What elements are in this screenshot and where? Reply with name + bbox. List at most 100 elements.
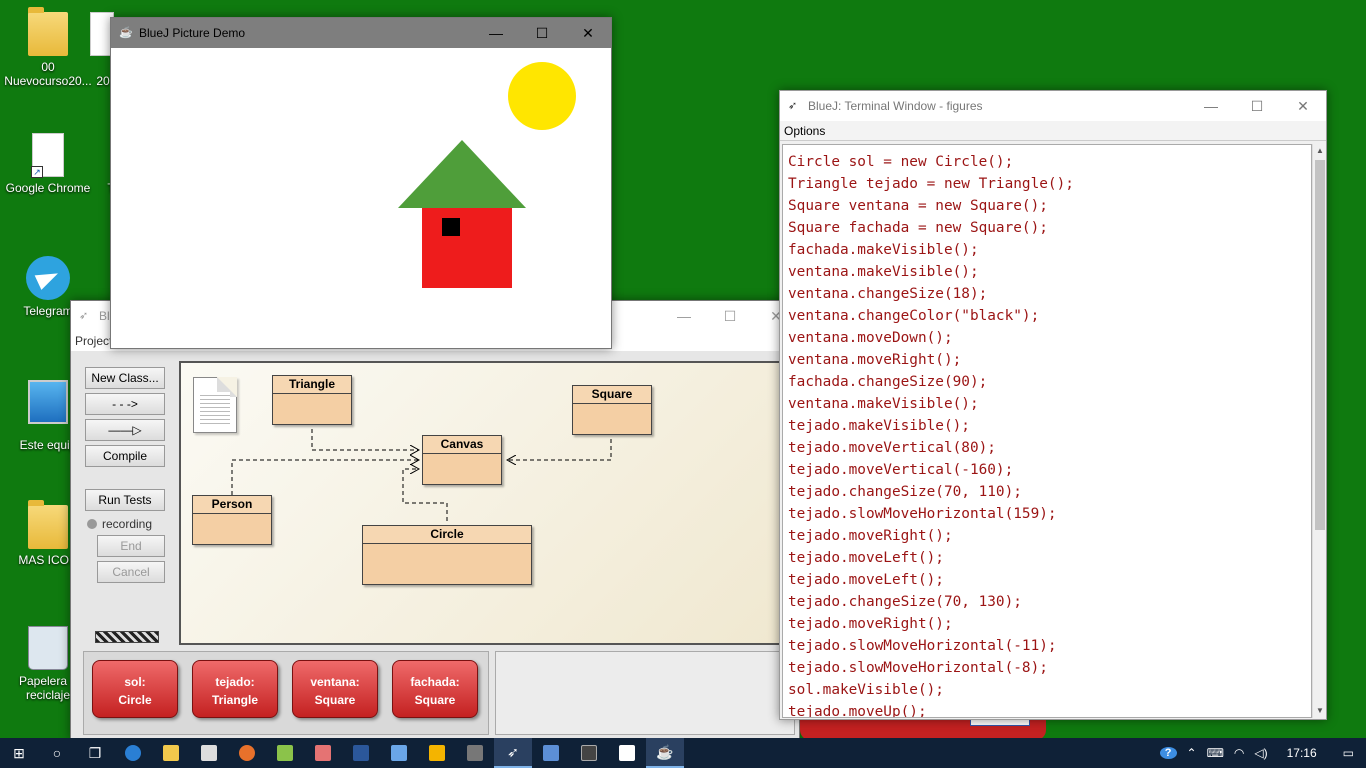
minimize-button[interactable]: —	[1188, 91, 1234, 121]
help-icon[interactable]: ?	[1155, 745, 1182, 761]
terminal-line: tejado.changeSize(70, 130);	[788, 594, 1022, 610]
desktop-icon-folder-00[interactable]: 00 Nuevocurso20...	[0, 7, 96, 88]
terminal-line: tejado.slowMoveHorizontal(-11);	[788, 638, 1057, 654]
terminal-line: Triangle tejado = new Triangle();	[788, 176, 1074, 192]
terminal-line: tejado.moveLeft();	[788, 572, 944, 588]
app-icon[interactable]	[570, 738, 608, 768]
folder-icon	[28, 500, 68, 549]
clock[interactable]: 17:16	[1273, 746, 1331, 760]
bluej-taskbar-icon[interactable]: ➶	[494, 738, 532, 768]
terminal-window: ➶ BlueJ: Terminal Window - figures — ☐ ✕…	[779, 90, 1327, 720]
class-triangle[interactable]: Triangle	[272, 375, 352, 425]
volume-icon[interactable]: ◁)	[1249, 746, 1272, 760]
maximize-button[interactable]: ☐	[519, 18, 565, 48]
document-icon: ↗	[31, 133, 64, 178]
desktop-icon-label: Google Chrome	[5, 181, 91, 195]
object-type: Square	[414, 693, 456, 707]
terminal-line: ventana.changeColor("black");	[788, 308, 1040, 324]
input-method-icon[interactable]: ⌨	[1202, 746, 1229, 760]
vm-activity-indicator	[95, 631, 159, 643]
object-name: sol:	[124, 675, 146, 689]
drawing-canvas	[111, 48, 611, 348]
chevron-up-icon[interactable]: ⌃	[1182, 746, 1202, 760]
terminal-line: ventana.moveDown();	[788, 330, 953, 346]
recording-indicator: recording	[87, 517, 169, 531]
terminal-line: tejado.moveLeft();	[788, 550, 944, 566]
class-square[interactable]: Square	[572, 385, 652, 435]
search-button[interactable]: ○	[38, 738, 76, 768]
wall-square	[422, 208, 512, 288]
menu-bar: Options	[780, 121, 1326, 141]
scroll-thumb[interactable]	[1315, 160, 1325, 530]
scroll-up-icon[interactable]: ▲	[1313, 144, 1326, 158]
object-ventana[interactable]: ventana: Square	[292, 660, 378, 718]
compile-button[interactable]: Compile	[85, 445, 165, 467]
window-square	[442, 218, 460, 236]
terminal-line: Square ventana = new Square();	[788, 198, 1048, 214]
word-icon[interactable]	[342, 738, 380, 768]
roof-triangle	[398, 140, 526, 208]
start-button[interactable]: ⊞	[0, 738, 38, 768]
class-name: Triangle	[273, 376, 351, 394]
bluej-main-window: ➶ Bl — ☐ ✕ Project New Class... - - -> —…	[70, 300, 800, 740]
edge-icon[interactable]	[114, 738, 152, 768]
class-person[interactable]: Person	[192, 495, 272, 545]
window-title: BlueJ Picture Demo	[139, 26, 246, 40]
app-icon[interactable]	[418, 738, 456, 768]
close-button[interactable]: ✕	[565, 18, 611, 48]
minimize-button[interactable]: —	[661, 301, 707, 331]
end-button[interactable]: End	[97, 535, 165, 557]
readme-document-icon[interactable]	[193, 377, 237, 433]
java-taskbar-icon[interactable]: ☕	[646, 738, 684, 768]
desktop-icon-google-chrome[interactable]: ↗ Google Chrome	[0, 133, 96, 195]
close-button[interactable]: ✕	[1280, 91, 1326, 121]
terminal-output[interactable]: Circle sol = new Circle(); Triangle tejad…	[782, 144, 1312, 718]
object-name: tejado:	[215, 675, 255, 689]
notepad-icon[interactable]	[608, 738, 646, 768]
class-name: Circle	[363, 526, 531, 544]
menu-options[interactable]: Options	[784, 124, 825, 138]
run-tests-button[interactable]: Run Tests	[85, 489, 165, 511]
house-drawing	[398, 62, 576, 288]
minimize-button[interactable]: —	[473, 18, 519, 48]
dashed-arrow-button[interactable]: - - ->	[85, 393, 165, 415]
terminal-line: tejado.moveRight();	[788, 528, 953, 544]
scroll-down-icon[interactable]: ▼	[1313, 704, 1326, 718]
maximize-button[interactable]: ☐	[1234, 91, 1280, 121]
network-icon[interactable]: ◠	[1229, 746, 1249, 760]
taskbar: ⊞ ○ ❐ ➶ ☕ ? ⌃ ⌨ ◠ ◁) 17:16 ▭	[0, 738, 1366, 768]
object-fachada[interactable]: fachada: Square	[392, 660, 478, 718]
object-tejado[interactable]: tejado: Triangle	[192, 660, 278, 718]
firefox-icon[interactable]	[228, 738, 266, 768]
store-icon[interactable]	[190, 738, 228, 768]
menu-project[interactable]: Project	[75, 334, 112, 348]
folder-icon	[28, 7, 68, 56]
terminal-line: ventana.makeVisible();	[788, 396, 979, 412]
app-icon[interactable]	[380, 738, 418, 768]
class-name: Canvas	[423, 436, 501, 454]
task-view-button[interactable]: ❐	[76, 738, 114, 768]
terminal-line: ventana.moveRight();	[788, 352, 962, 368]
object-bench: sol: Circle tejado: Triangle ventana: Sq…	[83, 651, 489, 735]
solid-arrow-button[interactable]: ——▷	[85, 419, 165, 441]
terminal-line: tejado.slowMoveHorizontal(159);	[788, 506, 1057, 522]
terminal-line: tejado.slowMoveHorizontal(-8);	[788, 660, 1048, 676]
app-icon[interactable]	[532, 738, 570, 768]
object-type: Circle	[118, 693, 152, 707]
object-sol[interactable]: sol: Circle	[92, 660, 178, 718]
codepad[interactable]	[495, 651, 795, 735]
new-class-button[interactable]: New Class...	[85, 367, 165, 389]
file-explorer-icon[interactable]	[152, 738, 190, 768]
terminal-line: fachada.makeVisible();	[788, 242, 979, 258]
class-canvas[interactable]: Canvas	[422, 435, 502, 485]
vertical-scrollbar[interactable]: ▲ ▼	[1312, 144, 1326, 718]
app-icon[interactable]	[456, 738, 494, 768]
notifications-icon[interactable]: ▭	[1331, 746, 1366, 760]
computer-icon	[28, 380, 68, 424]
maximize-button[interactable]: ☐	[707, 301, 753, 331]
sun-circle	[508, 62, 576, 130]
app-icon[interactable]	[304, 738, 342, 768]
cancel-button[interactable]: Cancel	[97, 561, 165, 583]
class-circle[interactable]: Circle	[362, 525, 532, 585]
app-icon[interactable]	[266, 738, 304, 768]
